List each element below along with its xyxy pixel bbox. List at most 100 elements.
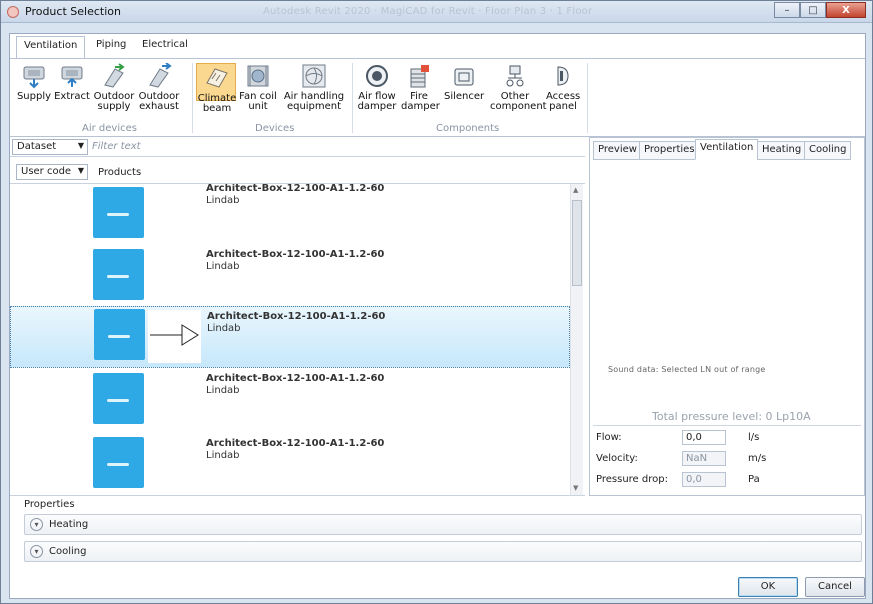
scroll-up-icon[interactable]: ▲ (573, 186, 578, 194)
silencer-button[interactable]: Silencer (444, 63, 484, 102)
scrollbar-thumb[interactable] (572, 200, 582, 286)
divider (593, 425, 861, 426)
user-code-dropdown[interactable]: User code ▼ (16, 164, 88, 180)
access-panel-label: Access panel (546, 91, 581, 112)
velocity-label: Velocity: (596, 453, 638, 464)
heating-accordion[interactable]: ▾ Heating (24, 514, 862, 535)
tab-ventilation[interactable]: Ventilation (16, 36, 86, 59)
other-component-icon (506, 65, 524, 87)
product-manufacturer: Lindab (206, 450, 240, 461)
ribbon-separator (192, 63, 193, 133)
other-component-button[interactable]: Other component (490, 63, 547, 112)
tab-ventilation-details[interactable]: Ventilation (695, 139, 759, 160)
products-column-header: Products (98, 167, 142, 178)
product-list-header: User code ▼ Products (10, 160, 585, 184)
product-thumbnail (93, 373, 144, 424)
ribbon: Supply Extract Outdoor supply Outdoor ex… (10, 58, 865, 137)
air-devices-group-label: Air devices (82, 123, 137, 134)
outdoor-supply-button[interactable]: Outdoor supply (93, 63, 135, 112)
fire-damper-button[interactable]: Fire damper (401, 63, 440, 112)
pressure-drop-unit: Pa (748, 474, 760, 485)
fire-damper-label: Fire damper (401, 91, 440, 112)
fire-damper-icon (410, 65, 429, 88)
components-group-label: Components (436, 123, 500, 134)
cooling-accordion[interactable]: ▾ Cooling (24, 541, 862, 562)
dataset-value: Dataset (17, 141, 57, 152)
access-panel-button[interactable]: Access panel (546, 63, 580, 112)
tab-electrical[interactable]: Electrical (142, 39, 188, 50)
supply-button[interactable]: Supply (16, 63, 52, 102)
air-handling-equipment-button[interactable]: Air handling equipment (282, 63, 346, 112)
dataset-dropdown[interactable]: Dataset ▼ (12, 139, 88, 155)
product-manufacturer: Lindab (207, 323, 241, 334)
details-panel (589, 137, 865, 496)
pressure-drop-label: Pressure drop: (596, 474, 668, 485)
ribbon-separator (352, 63, 353, 133)
extract-button[interactable]: Extract (54, 63, 90, 102)
filter-bar: Dataset ▼ Filter text (10, 137, 585, 157)
minimize-button[interactable]: – (774, 2, 800, 18)
devices-group-label: Devices (255, 123, 295, 134)
product-name: Architect-Box-12-100-A1-1.2-60 (206, 249, 385, 260)
outdoor-exhaust-icon (149, 63, 172, 88)
sound-data-note: Sound data: Selected LN out of range (608, 365, 766, 374)
product-list-item[interactable]: Architect-Box-12-100-A1-1.2-60 Lindab (10, 184, 570, 243)
fan-coil-icon (247, 65, 269, 87)
product-name: Architect-Box-12-100-A1-1.2-60 (207, 311, 386, 322)
maximize-button[interactable]: □ (800, 2, 826, 18)
product-thumbnail (94, 309, 145, 360)
tab-heating[interactable]: Heating (757, 141, 807, 160)
outdoor-exhaust-button[interactable]: Outdoor exhaust (138, 63, 180, 112)
ok-button[interactable]: OK (738, 577, 798, 597)
velocity-unit: m/s (748, 453, 767, 464)
fan-coil-unit-button[interactable]: Fan coil unit (239, 63, 277, 112)
air-flow-damper-icon (366, 65, 388, 87)
pressure-drop-field: 0,0 (682, 472, 726, 487)
tab-piping[interactable]: Piping (96, 39, 126, 50)
product-thumbnail (93, 495, 144, 496)
product-list-item[interactable] (10, 493, 570, 496)
chevron-down-icon: ▾ (30, 518, 43, 531)
flow-unit: l/s (748, 432, 760, 443)
product-name: Architect-Box-12-100-A1-1.2-60 (206, 438, 385, 449)
filter-text-input[interactable]: Filter text (92, 141, 141, 152)
climate-beam-label: Climate beam (197, 93, 237, 114)
cancel-button[interactable]: Cancel (805, 577, 865, 597)
access-panel-icon (557, 66, 569, 86)
cooling-accordion-label: Cooling (49, 546, 87, 557)
product-name: Architect-Box-12-100-A1-1.2-60 (206, 184, 385, 194)
tab-cooling[interactable]: Cooling (804, 141, 852, 160)
air-flow-damper-button[interactable]: Air flow damper (357, 63, 397, 112)
extract-label: Extract (54, 91, 90, 102)
extract-device-icon (61, 66, 83, 87)
product-selection-window: Product Selection Autodesk Revit 2020 · … (0, 0, 873, 604)
supply-label: Supply (16, 91, 52, 102)
other-component-label: Other component (490, 91, 547, 112)
product-list-item-selected[interactable]: Architect-Box-12-100-A1-1.2-60 Lindab (10, 306, 570, 368)
properties-section-label: Properties (24, 499, 75, 510)
product-list: Architect-Box-12-100-A1-1.2-60 Lindab Ar… (10, 184, 585, 496)
app-icon (7, 6, 19, 18)
flow-field[interactable]: 0,0 (682, 430, 726, 445)
product-manufacturer: Lindab (206, 261, 240, 272)
product-manufacturer: Lindab (206, 195, 240, 206)
product-list-item[interactable]: Architect-Box-12-100-A1-1.2-60 Lindab (10, 243, 570, 305)
tab-properties[interactable]: Properties (639, 141, 700, 160)
scroll-down-icon[interactable]: ▼ (573, 484, 578, 492)
title-bar[interactable]: Product Selection Autodesk Revit 2020 · … (1, 1, 872, 23)
air-flow-damper-label: Air flow damper (357, 91, 397, 112)
silencer-icon (454, 68, 474, 86)
product-thumbnail (93, 249, 144, 300)
arrow-right-icon (150, 324, 199, 346)
chevron-down-icon: ▼ (77, 141, 84, 150)
product-thumbnail (93, 187, 144, 238)
climate-beam-button[interactable]: Climate beam (196, 63, 236, 114)
host-window-title: Autodesk Revit 2020 · MagiCAD for Revit … (263, 6, 593, 17)
product-list-item[interactable]: Architect-Box-12-100-A1-1.2-60 Lindab (10, 371, 570, 433)
tab-preview[interactable]: Preview (593, 141, 642, 160)
outdoor-supply-label: Outdoor supply (93, 91, 135, 112)
drag-preview (148, 310, 201, 363)
product-list-item[interactable]: Architect-Box-12-100-A1-1.2-60 Lindab (10, 431, 570, 493)
product-list-scrollbar[interactable]: ▲ ▼ (570, 184, 583, 495)
close-button[interactable]: X (826, 2, 866, 18)
